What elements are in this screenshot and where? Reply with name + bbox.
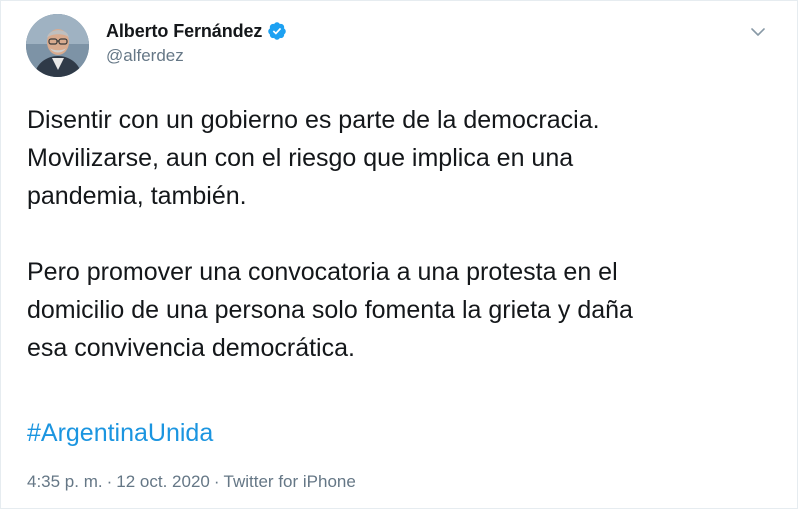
author-name-row: Alberto Fernández — [106, 19, 287, 43]
author-block: Alberto Fernández @alferdez — [106, 19, 287, 66]
chevron-down-icon[interactable] — [749, 23, 767, 41]
tweet-source[interactable]: Twitter for iPhone — [224, 472, 356, 492]
tweet-date[interactable]: 12 oct. 2020 — [116, 472, 210, 492]
meta-separator: · — [106, 472, 113, 491]
tweet-paragraph: Disentir con un gobierno es parte de la … — [27, 106, 600, 210]
avatar[interactable] — [26, 14, 89, 77]
author-handle[interactable]: @alferdez — [106, 46, 287, 66]
tweet-paragraph: Pero promover una convocatoria a una pro… — [27, 258, 633, 362]
tweet-time[interactable]: 4:35 p. m. — [27, 472, 103, 492]
meta-separator: · — [213, 472, 220, 491]
tweet-metadata: 4:35 p. m. · 12 oct. 2020 · Twitter for … — [27, 472, 356, 492]
author-name[interactable]: Alberto Fernández — [106, 21, 262, 42]
tweet-text: Disentir con un gobierno es parte de la … — [27, 101, 777, 367]
hashtag-link[interactable]: #ArgentinaUnida — [27, 414, 213, 452]
avatar-image — [26, 14, 89, 77]
verified-badge-icon — [267, 21, 287, 41]
tweet-card: Alberto Fernández @alferdez Disentir con… — [0, 0, 798, 509]
